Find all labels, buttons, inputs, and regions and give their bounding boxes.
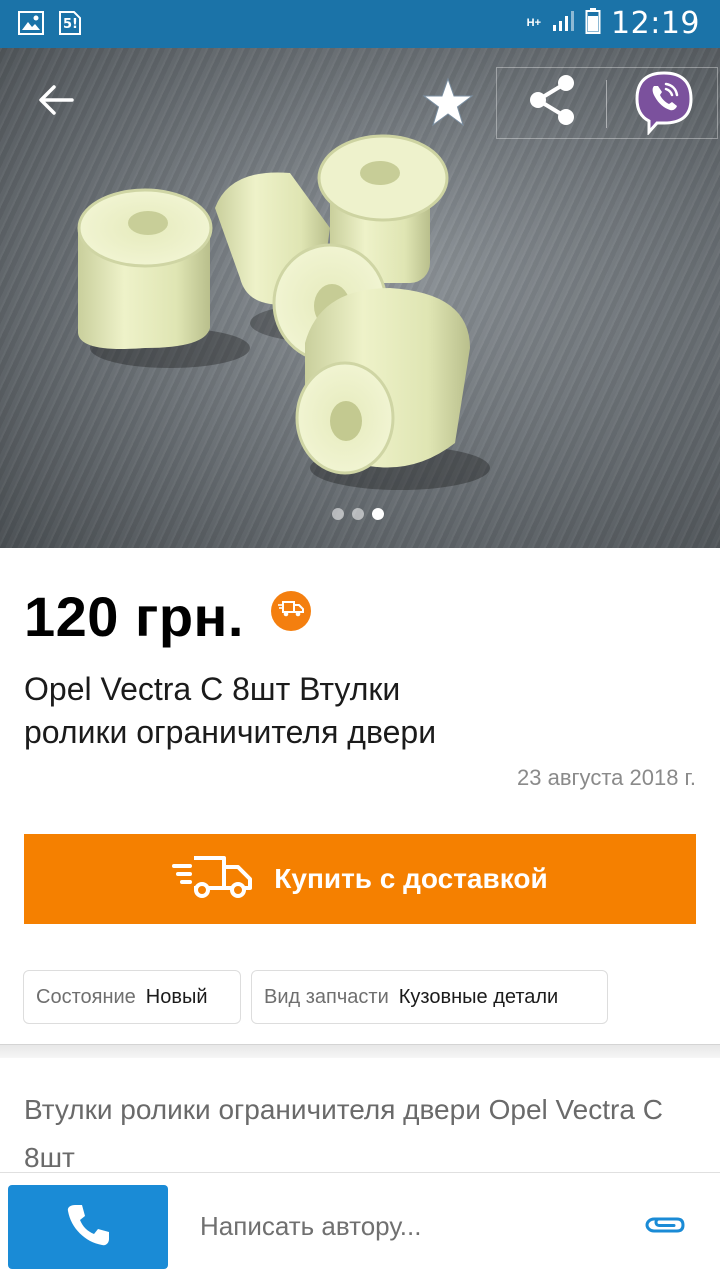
- truck-icon: [277, 600, 305, 623]
- status-bar-left: 5!: [18, 10, 82, 41]
- image-toolbar: [0, 48, 720, 158]
- signal-icon: [551, 9, 575, 38]
- star-icon: [422, 76, 474, 132]
- attach-button[interactable]: [640, 1209, 690, 1245]
- buy-button-label: Купить с доставкой: [274, 863, 548, 894]
- phone-icon: [65, 1202, 111, 1253]
- share-button[interactable]: [522, 72, 582, 132]
- delivery-badge: [271, 591, 311, 631]
- section-divider: [0, 1044, 720, 1058]
- listing-description: Втулки ролики ограничителя двери Opel Ve…: [24, 1094, 663, 1173]
- carousel-dot[interactable]: [332, 508, 344, 520]
- param-chip-condition[interactable]: Состояние Новый: [23, 970, 241, 1024]
- param-value: Новый: [145, 985, 208, 1008]
- share-icon: [526, 73, 578, 132]
- call-button[interactable]: [8, 1185, 168, 1269]
- sim-icon: 5!: [58, 10, 82, 41]
- gallery-icon: [18, 11, 44, 40]
- param-key: Состояние: [36, 985, 136, 1008]
- buy-with-delivery-button[interactable]: Купить с доставкой: [24, 834, 696, 924]
- listing-title: Opel Vectra C 8шт Втулки ролики ограничи…: [24, 671, 437, 750]
- back-button[interactable]: [28, 74, 84, 130]
- param-key: Вид запчасти: [264, 985, 389, 1008]
- message-input[interactable]: Написать автору...: [200, 1211, 421, 1242]
- price: 120 грн.: [24, 585, 244, 648]
- carousel-indicator: [332, 508, 384, 520]
- back-arrow-icon: [38, 84, 74, 121]
- contact-bar: Написать автору...: [0, 1172, 720, 1280]
- status-bar: 5! H+ 12:19: [0, 0, 720, 48]
- status-bar-right: H+ 12:19: [527, 6, 700, 41]
- param-chip-part-type[interactable]: Вид запчасти Кузовные детали: [251, 970, 608, 1024]
- delivery-truck-icon: [172, 854, 254, 905]
- param-value: Кузовные детали: [398, 985, 559, 1008]
- carousel-dot[interactable]: [352, 508, 364, 520]
- share-divider: [606, 80, 607, 128]
- carousel-dot-active[interactable]: [372, 508, 384, 520]
- battery-icon: [585, 7, 601, 40]
- favorite-button[interactable]: [418, 74, 478, 134]
- svg-text:5!: 5!: [63, 17, 78, 32]
- clock: 12:19: [611, 6, 700, 41]
- paperclip-icon: [643, 1213, 687, 1242]
- network-type: H+: [526, 17, 542, 29]
- listing-date: 23 августа 2018 г.: [517, 765, 696, 790]
- viber-icon: [633, 69, 695, 140]
- viber-share-button[interactable]: [632, 70, 696, 136]
- product-image-carousel[interactable]: [0, 48, 720, 548]
